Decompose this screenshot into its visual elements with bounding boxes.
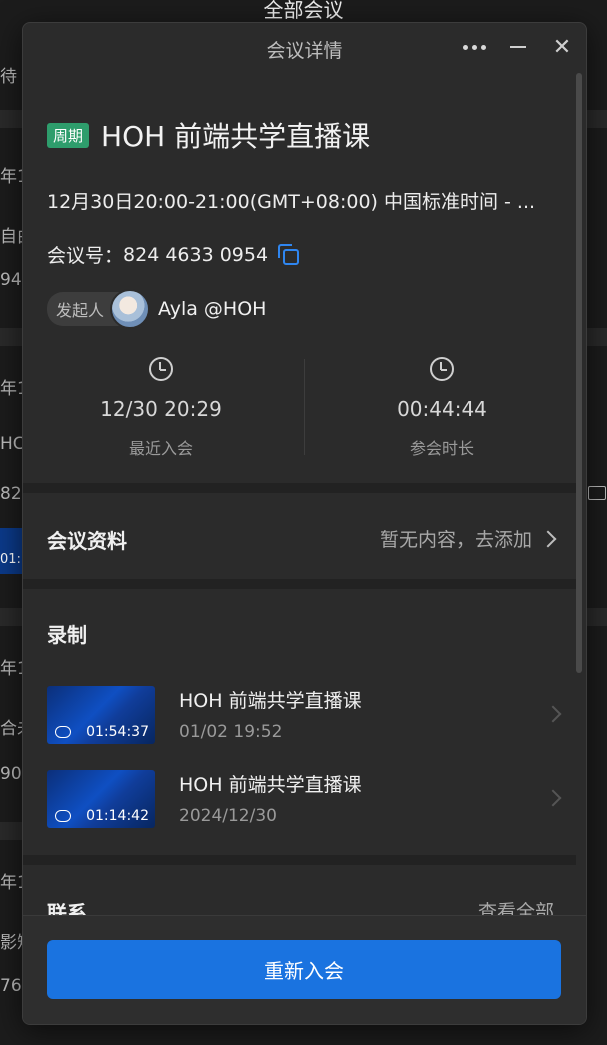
copy-icon[interactable] [278,243,300,266]
close-button[interactable]: ✕ [547,33,577,61]
section-divider [23,483,576,493]
host-name: Ayla @HOH [158,298,267,320]
chevron-right-icon [544,789,562,807]
section-divider [23,855,576,865]
recording-title: HOH 前端共学直播课 [179,690,362,712]
minimize-button[interactable] [503,33,533,61]
cloud-icon [55,810,71,822]
materials-row[interactable]: 会议资料 暂无内容，去添加 [23,493,576,579]
background-thumbnail [0,528,22,574]
recording-thumbnail: 01:14:42 [47,770,155,828]
meeting-time: 12月30日20:00-21:00(GMT+08:00) 中国标准时间 - ..… [47,191,536,213]
duration-label: 参会时长 [409,439,474,458]
materials-label: 会议资料 [47,529,127,553]
duration-value: 00:44:44 [397,397,487,421]
meeting-header: 周期 HOH 前端共学直播课 [47,115,370,155]
chevron-right-icon [544,705,562,723]
recording-date: 01/02 19:52 [179,722,283,742]
dialog-titlebar: 会议详情 ✕ [23,23,586,73]
dialog-title: 会议详情 [266,40,343,62]
background-window-title: 全部会议 [263,0,344,22]
camera-icon [588,486,606,500]
background-divider [0,822,22,840]
more-options-button[interactable] [453,33,495,61]
meeting-details-dialog: 会议详情 ✕ 周期 HOH 前端共学直播课 12月30日20:00-21:00(… [22,22,587,1025]
host-row: 发起人 Ayla @HOH [47,289,266,329]
clock-icon [430,357,454,381]
background-divider [587,608,607,626]
duration-stat: 00:44:44 参会时长 [304,353,580,459]
meeting-id-label: 会议号： [47,245,124,267]
last-join-stat: 12/30 20:29 最近入会 [23,353,299,459]
background-divider [587,328,607,346]
background-divider [587,110,607,128]
avatar [110,289,151,329]
meeting-id: 824 4633 0954 [123,243,269,266]
dialog-footer: 重新入会 [23,915,586,1024]
add-materials-text: 暂无内容，去添加 [379,529,532,551]
meeting-id-row: 会议号： 824 4633 0954 [47,241,300,268]
last-join-label: 最近入会 [128,439,193,458]
rejoin-button[interactable]: 重新入会 [47,940,561,999]
minimize-icon [510,46,526,48]
history-icon [149,357,173,381]
recording-item[interactable]: 01:14:42 HOH 前端共学直播课 2024/12/30 [47,770,567,830]
recording-item[interactable]: 01:54:37 HOH 前端共学直播课 01/02 19:52 [47,686,567,746]
recording-title: HOH 前端共学直播课 [179,774,362,796]
background-text-fragment: 01: [0,552,21,567]
last-join-value: 12/30 20:29 [100,397,222,421]
section-divider [23,579,576,589]
recording-thumbnail: 01:54:37 [47,686,155,744]
background-text-fragment: HC [0,434,25,454]
recording-duration: 01:14:42 [86,808,149,824]
meeting-stats: 12/30 20:29 最近入会 00:44:44 参会时长 [23,353,576,473]
background-divider [0,110,22,128]
more-icon [462,44,468,50]
meeting-title: HOH 前端共学直播课 [101,120,371,153]
cloud-icon [55,726,71,738]
recording-duration: 01:54:37 [86,724,149,740]
close-icon: ✕ [552,34,572,60]
background-divider [0,328,22,346]
recurring-badge: 周期 [47,122,90,148]
recordings-label: 录制 [47,623,87,647]
background-tab-fragment: 待 [0,67,17,87]
background-divider [0,608,22,626]
chevron-right-icon [539,530,557,547]
add-materials-link[interactable]: 暂无内容，去添加 [379,525,557,552]
recording-date: 2024/12/30 [179,806,277,826]
